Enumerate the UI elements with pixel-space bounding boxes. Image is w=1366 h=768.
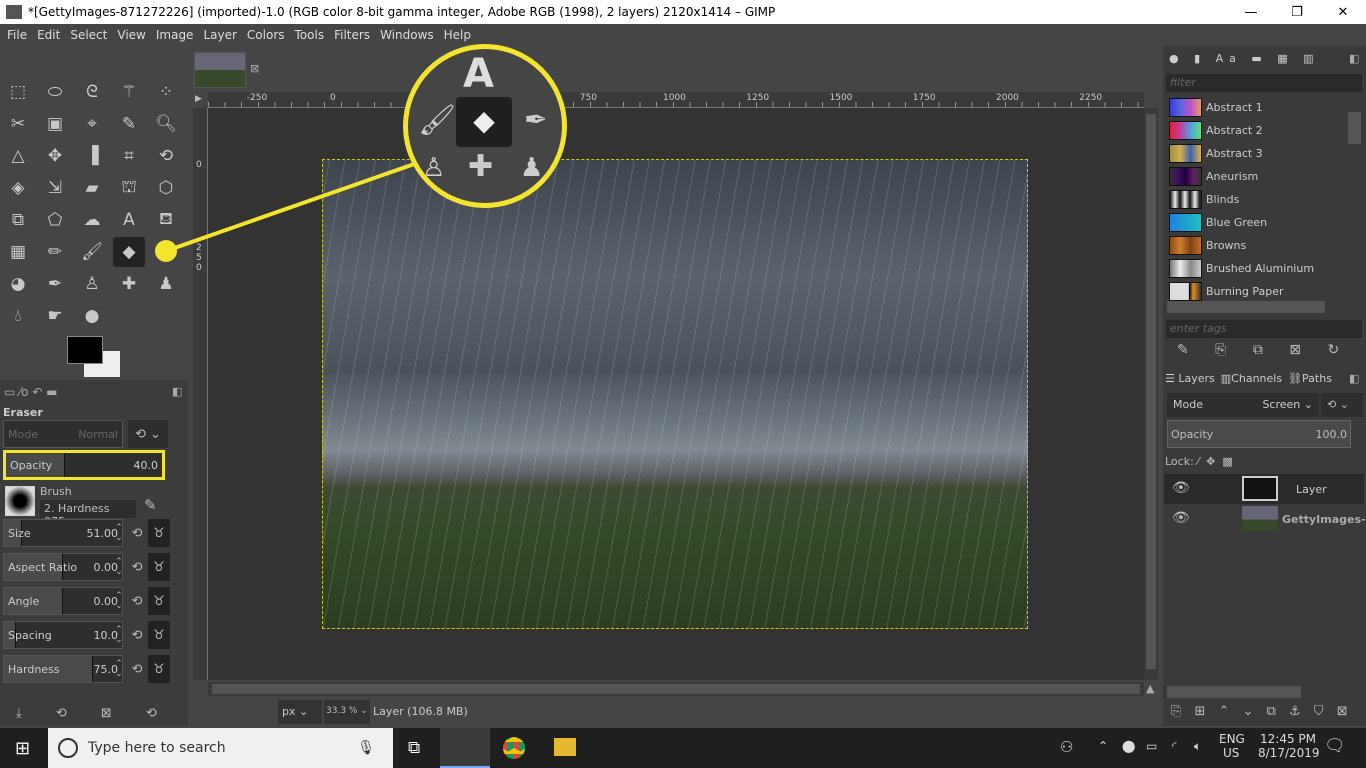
wifi-icon[interactable]: ◜ xyxy=(1172,739,1177,753)
microphone-icon[interactable]: 🎙︎ xyxy=(357,740,375,756)
language-indicator[interactable]: ENG US xyxy=(1219,732,1245,760)
search-placeholder: Type here to search xyxy=(88,740,226,756)
eraser-icon: ◆ xyxy=(456,97,512,147)
taskbar-search-box[interactable]: Type here to search 🎙︎ xyxy=(48,728,393,768)
callout-zoom-circle: A ◆ 🖌︎ ✒ ✚ ♙ ♟ xyxy=(403,44,567,208)
clock[interactable]: 12:45 PM 8/17/2019 xyxy=(1258,732,1320,760)
taskbar-chrome-icon[interactable] xyxy=(503,737,525,759)
network-error-icon[interactable]: ⬤ xyxy=(1122,739,1135,753)
people-icon[interactable]: ⚇ xyxy=(1060,738,1073,756)
show-hidden-icons[interactable]: ⌃ xyxy=(1098,739,1108,753)
paintbrush-icon: 🖌︎ xyxy=(418,103,457,138)
clone-icon: ♙ xyxy=(422,153,446,183)
start-windows-icon[interactable]: ⊞ xyxy=(15,738,30,759)
battery-icon[interactable]: ▭ xyxy=(1146,739,1157,753)
taskbar-gimp[interactable] xyxy=(440,728,490,768)
region-code: US xyxy=(1223,746,1240,760)
search-icon xyxy=(58,738,78,758)
action-center-icon[interactable]: 🗨︎ xyxy=(1324,736,1346,756)
task-view-icon[interactable]: ⧉ xyxy=(408,738,420,758)
clock-date: 8/17/2019 xyxy=(1258,746,1320,760)
text-tool-icon: A xyxy=(463,51,494,97)
callout-connector xyxy=(155,160,421,262)
lang-code: ENG xyxy=(1219,732,1245,746)
taskbar-file-explorer-icon[interactable] xyxy=(554,738,576,756)
perspective-clone-icon: ♟ xyxy=(520,153,544,183)
airbrush-icon: ✒ xyxy=(524,103,548,136)
volume-icon[interactable]: 🔈︎ xyxy=(1194,739,1201,754)
heal-icon: ✚ xyxy=(468,149,494,184)
clock-time: 12:45 PM xyxy=(1260,732,1316,746)
